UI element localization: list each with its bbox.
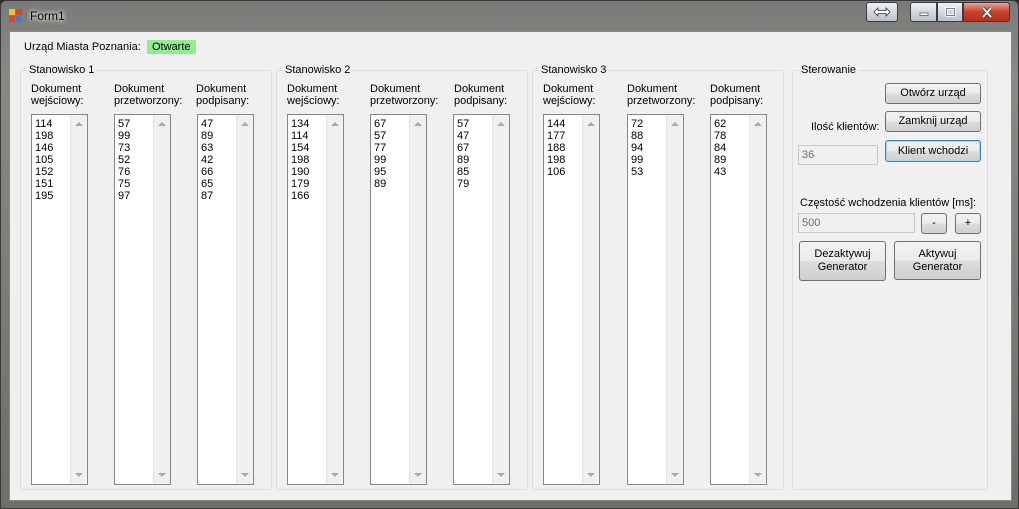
station-2-input-listbox[interactable]: 134 114 154 198 190 179 166	[287, 114, 344, 485]
scroll-down-icon[interactable]	[75, 473, 83, 477]
window-title: Form1	[30, 9, 65, 23]
close-icon	[981, 6, 992, 18]
station-3-input-listbox[interactable]: 144 177 188 198 106	[543, 114, 600, 485]
scroll-up-icon[interactable]	[331, 122, 339, 126]
minimize-icon	[919, 12, 928, 16]
scroll-down-icon[interactable]	[241, 473, 249, 477]
station-2-signed-header: Dokument podpisany:	[454, 83, 508, 107]
scrollbar[interactable]	[582, 115, 599, 484]
list-items: 57 47 67 89 85 79	[457, 118, 470, 190]
scroll-down-icon[interactable]	[331, 473, 339, 477]
office-label: Urząd Miasta Poznania:	[24, 41, 141, 53]
scroll-up-icon[interactable]	[497, 122, 505, 126]
scroll-up-icon[interactable]	[754, 122, 762, 126]
station-1-processed-header: Dokument przetworzony:	[114, 83, 183, 107]
frequency-minus-button[interactable]: -	[921, 213, 947, 234]
station-2-group: Stanowisko 2 Dokument wejściowy: Dokument…	[276, 64, 528, 490]
scroll-down-icon[interactable]	[671, 473, 679, 477]
swap-icon	[873, 7, 891, 17]
scroll-up-icon[interactable]	[241, 122, 249, 126]
scroll-down-icon[interactable]	[754, 473, 762, 477]
scroll-up-icon[interactable]	[587, 122, 595, 126]
deactivate-generator-button[interactable]: Dezaktywuj Generator	[799, 241, 886, 281]
frequency-label: Częstość wchodzenia klientów [ms]:	[800, 197, 977, 209]
station-3-input-header: Dokument wejściowy:	[543, 83, 596, 107]
open-office-button[interactable]: Otwórz urząd	[885, 83, 981, 104]
frequency-field[interactable]: 500	[798, 213, 915, 233]
station-2-processed-header: Dokument przetworzony:	[370, 83, 439, 107]
client-enters-button[interactable]: Klient wchodzi	[885, 140, 981, 162]
office-status-badge: Otwarte	[147, 40, 196, 54]
scroll-down-icon[interactable]	[158, 473, 166, 477]
station-1-signed-listbox[interactable]: 47 89 63 42 66 65 87	[197, 114, 254, 485]
station-3-processed-header: Dokument przetworzony:	[627, 83, 696, 107]
scrollbar[interactable]	[236, 115, 253, 484]
station-2-signed-listbox[interactable]: 57 47 67 89 85 79	[453, 114, 510, 485]
app-icon[interactable]	[9, 9, 23, 23]
list-items: 67 57 77 99 95 89	[374, 118, 387, 190]
station-1-input-listbox[interactable]: 114 198 146 105 152 151 195	[31, 114, 88, 485]
list-items: 47 89 63 42 66 65 87	[201, 118, 214, 202]
station-1-title: Stanowisko 1	[27, 64, 97, 76]
scrollbar[interactable]	[666, 115, 683, 484]
scrollbar[interactable]	[409, 115, 426, 484]
scroll-down-icon[interactable]	[497, 473, 505, 477]
list-items: 144 177 188 198 106	[547, 118, 566, 178]
control-group: Sterowanie Otwórz urząd Zamknij urząd Il…	[792, 64, 988, 490]
scrollbar[interactable]	[326, 115, 343, 484]
frequency-plus-button[interactable]: +	[955, 213, 981, 234]
clients-count-field[interactable]: 36	[798, 145, 878, 165]
list-items: 134 114 154 198 190 179 166	[291, 118, 310, 202]
close-office-button[interactable]: Zamknij urząd	[885, 111, 981, 132]
scroll-up-icon[interactable]	[671, 122, 679, 126]
close-button[interactable]	[963, 2, 1010, 22]
scroll-up-icon[interactable]	[158, 122, 166, 126]
activate-generator-button[interactable]: Aktywuj Generator	[894, 241, 981, 280]
station-3-group: Stanowisko 3 Dokument wejściowy: Dokument…	[532, 64, 784, 490]
scrollbar[interactable]	[749, 115, 766, 484]
list-items: 57 99 73 52 76 75 97	[118, 118, 131, 202]
station-1-processed-listbox[interactable]: 57 99 73 52 76 75 97	[114, 114, 171, 485]
list-items: 114 198 146 105 152 151 195	[35, 118, 54, 202]
control-title: Sterowanie	[799, 64, 859, 76]
station-2-input-header: Dokument wejściowy:	[287, 83, 340, 107]
clients-count-label: Ilość klientów:	[811, 121, 880, 133]
station-3-processed-listbox[interactable]: 72 88 94 99 53	[627, 114, 684, 485]
maximize-button[interactable]	[937, 2, 963, 22]
minimize-button[interactable]	[910, 2, 937, 22]
station-3-title: Stanowisko 3	[539, 64, 609, 76]
scroll-up-icon[interactable]	[414, 122, 422, 126]
form-client-area: Urząd Miasta Poznania: Otwarte Stanowisk…	[9, 31, 1012, 501]
station-2-processed-listbox[interactable]: 67 57 77 99 95 89	[370, 114, 427, 485]
station-3-signed-header: Dokument podpisany:	[710, 83, 764, 107]
maximize-icon	[944, 7, 956, 17]
station-1-signed-header: Dokument podpisany:	[196, 83, 250, 107]
scroll-down-icon[interactable]	[414, 473, 422, 477]
station-1-group: Stanowisko 1 Dokument wejściowy: Dokument…	[20, 64, 272, 490]
scroll-up-icon[interactable]	[75, 122, 83, 126]
list-items: 62 78 84 89 43	[714, 118, 727, 178]
scrollbar[interactable]	[153, 115, 170, 484]
title-bar[interactable]: Form1	[1, 1, 1018, 31]
station-3-signed-listbox[interactable]: 62 78 84 89 43	[710, 114, 767, 485]
scroll-down-icon[interactable]	[587, 473, 595, 477]
station-2-title: Stanowisko 2	[283, 64, 353, 76]
scrollbar[interactable]	[492, 115, 509, 484]
scrollbar[interactable]	[70, 115, 87, 484]
swap-button[interactable]	[866, 2, 898, 22]
list-items: 72 88 94 99 53	[631, 118, 644, 178]
station-1-input-header: Dokument wejściowy:	[31, 83, 84, 107]
window-frame: Form1 Urząd Miasta Poznania: Otwarte Sta…	[0, 0, 1019, 509]
